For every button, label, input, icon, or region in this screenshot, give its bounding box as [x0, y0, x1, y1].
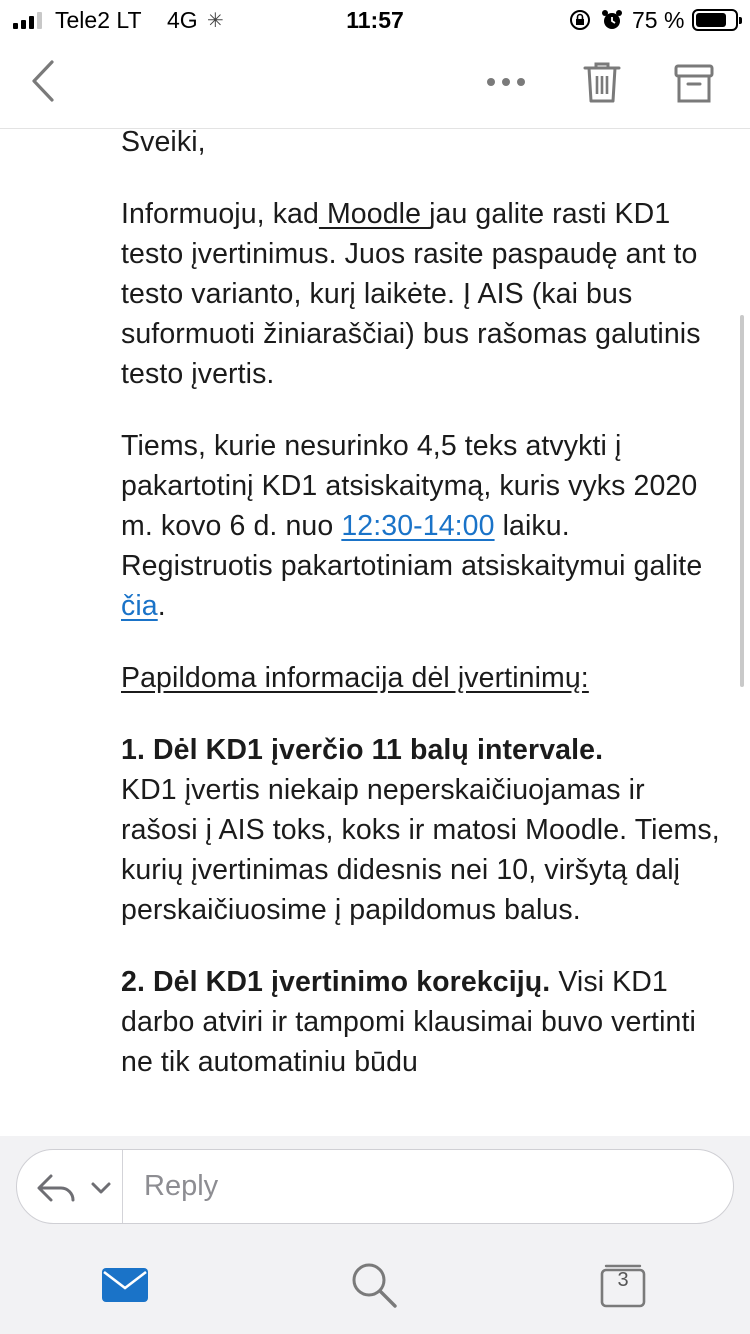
email-content: Sveiki, Informuoju, kad Moodle jau galit… [121, 129, 721, 1114]
paragraph-retake: Tiems, kurie nesurinko 4,5 teks atvykti … [121, 426, 721, 626]
alarm-icon [600, 9, 624, 37]
item-2-title: 2. Dėl KD1 įvertinimo korekcijų. [121, 966, 551, 998]
tab-bar: 3 [0, 1246, 750, 1334]
paragraph-moodle: Informuoju, kad Moodle jau galite rasti … [121, 194, 721, 394]
mail-icon[interactable] [100, 1260, 150, 1310]
section-heading: Papildoma informacija dėl įvertinimų: [121, 662, 589, 694]
item-2: 2. Dėl KD1 įvertinimo korekcijų. Visi KD… [121, 962, 721, 1082]
p1-text-before: Informuoju, kad [121, 198, 319, 230]
tab-count: 3 [617, 1269, 629, 1291]
time-link[interactable]: 12:30-14:00 [341, 510, 494, 542]
item-1-text: KD1 įvertis niekaip neperskaičiuojamas i… [121, 774, 720, 926]
reply-placeholder[interactable]: Reply [144, 1170, 218, 1203]
battery-icon [692, 9, 742, 31]
search-icon[interactable] [349, 1260, 399, 1310]
archive-icon[interactable] [672, 58, 716, 108]
reply-options-button[interactable] [35, 1170, 115, 1206]
item-1: 1. Dėl KD1 įverčio 11 balų intervale. KD1… [121, 730, 721, 930]
registration-link[interactable]: čia [121, 590, 158, 622]
trash-icon[interactable] [580, 58, 624, 108]
orientation-lock-icon [568, 9, 592, 37]
email-body[interactable]: Sveiki, Informuoju, kad Moodle jau galit… [0, 129, 750, 1136]
back-chevron-icon[interactable] [24, 56, 64, 106]
more-icon[interactable] [482, 64, 532, 100]
reply-arrow-icon [37, 1174, 111, 1202]
bottom-area: Reply 3 [0, 1136, 750, 1334]
moodle-link[interactable]: Moodle [319, 198, 429, 230]
battery-percent: 75 % [632, 7, 685, 33]
status-bar: Tele2 LT 4G ✳ 11:57 75 % [0, 0, 750, 40]
greeting: Sveiki, [121, 129, 206, 158]
item-1-title: 1. Dėl KD1 įverčio 11 balų intervale. [121, 734, 604, 766]
divider [122, 1150, 123, 1223]
p2-text-end: . [157, 590, 166, 622]
reply-field[interactable]: Reply [16, 1149, 734, 1224]
message-toolbar [0, 40, 750, 129]
tab-count-button[interactable]: 3 [598, 1260, 648, 1310]
scrollbar[interactable] [740, 315, 744, 687]
